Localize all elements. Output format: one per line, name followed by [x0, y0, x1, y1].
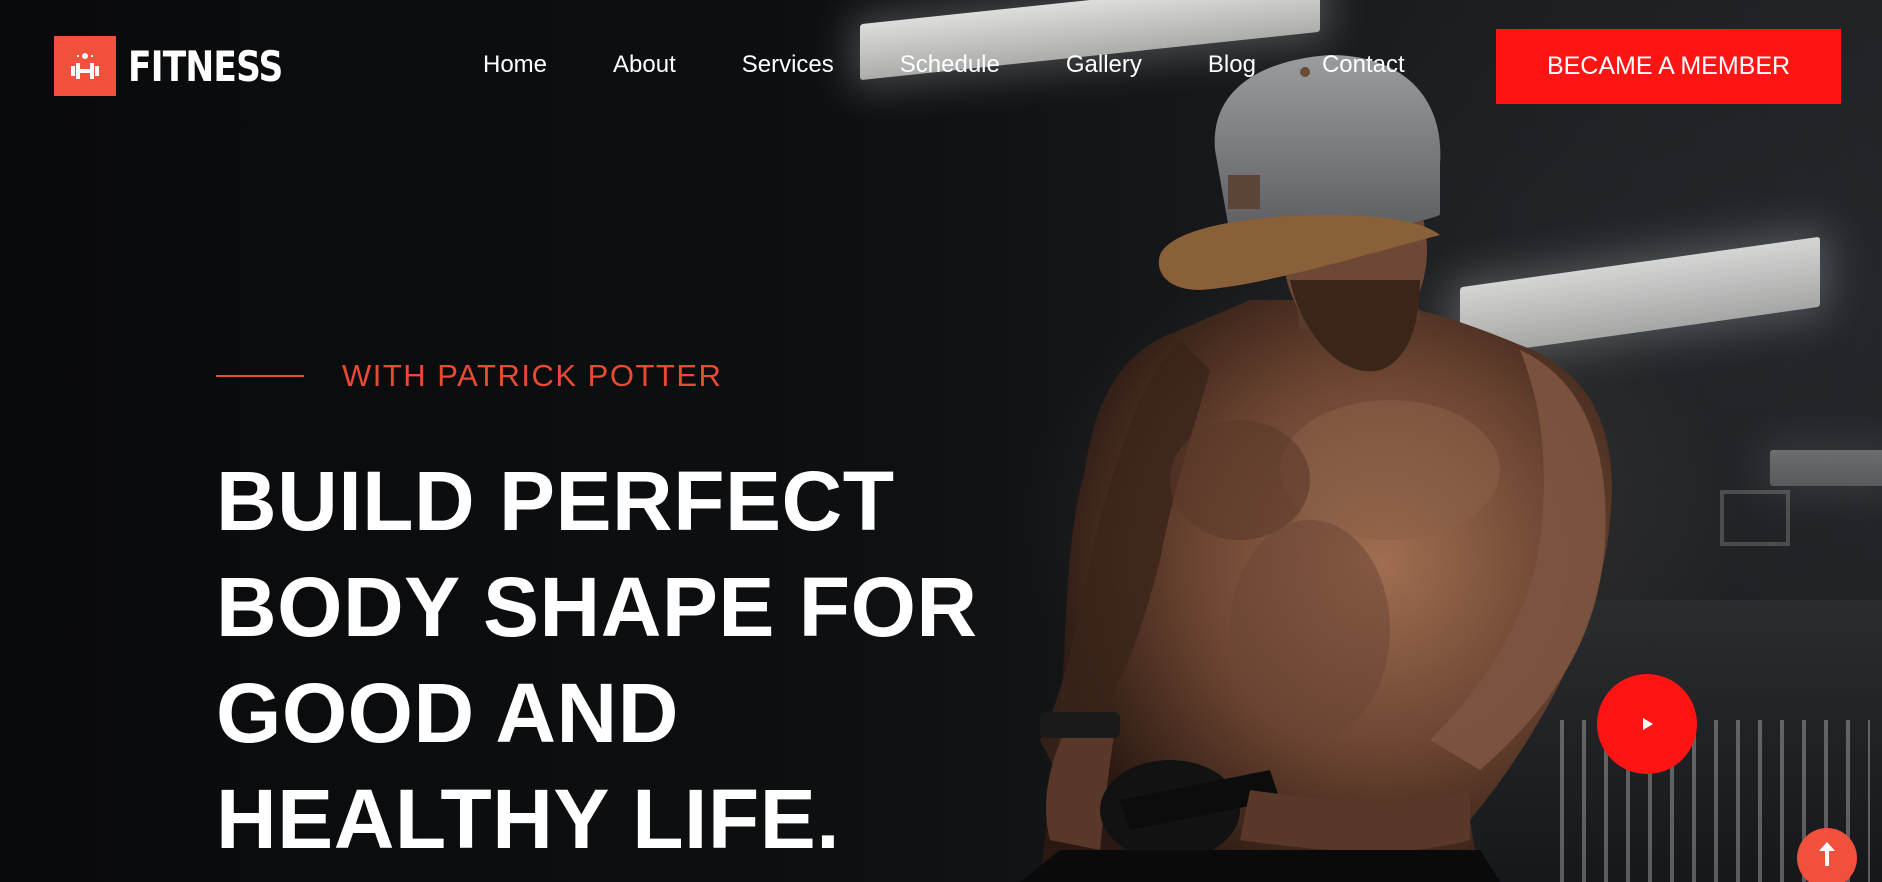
headline-line: BUILD PERFECT: [216, 454, 895, 548]
headline-line: GOOD AND: [216, 666, 679, 760]
hero-headline: BUILD PERFECT BODY SHAPE FOR GOOD AND HE…: [216, 448, 1076, 872]
arrow-up-icon: [1819, 842, 1835, 866]
headline-line: BODY SHAPE FOR: [216, 560, 978, 654]
nav-home[interactable]: Home: [483, 51, 547, 79]
nav-contact[interactable]: Contact: [1322, 51, 1405, 79]
nav-gallery[interactable]: Gallery: [1066, 51, 1142, 79]
brand-logo[interactable]: FITNESS: [54, 36, 316, 96]
play-video-button[interactable]: [1597, 674, 1697, 774]
subtitle-divider: [216, 375, 304, 377]
play-icon: [1643, 718, 1653, 730]
become-member-button[interactable]: BECAME A MEMBER: [1496, 29, 1841, 104]
nav-schedule[interactable]: Schedule: [900, 51, 1000, 79]
dumbbell-icon: [54, 36, 116, 96]
nav-blog[interactable]: Blog: [1208, 51, 1256, 79]
headline-line: HEALTHY LIFE.: [216, 772, 841, 866]
hero-section: FITNESS Home About Services Schedule Gal…: [0, 0, 1882, 882]
brand-name: FITNESS: [128, 41, 283, 91]
hero-subtitle: WITH PATRICK POTTER: [216, 358, 722, 394]
scroll-top-button[interactable]: [1797, 828, 1857, 882]
nav-about[interactable]: About: [613, 51, 676, 79]
subtitle-text: WITH PATRICK POTTER: [342, 358, 723, 393]
main-nav: Home About Services Schedule Gallery Blo…: [483, 51, 1405, 79]
nav-services[interactable]: Services: [742, 51, 834, 79]
